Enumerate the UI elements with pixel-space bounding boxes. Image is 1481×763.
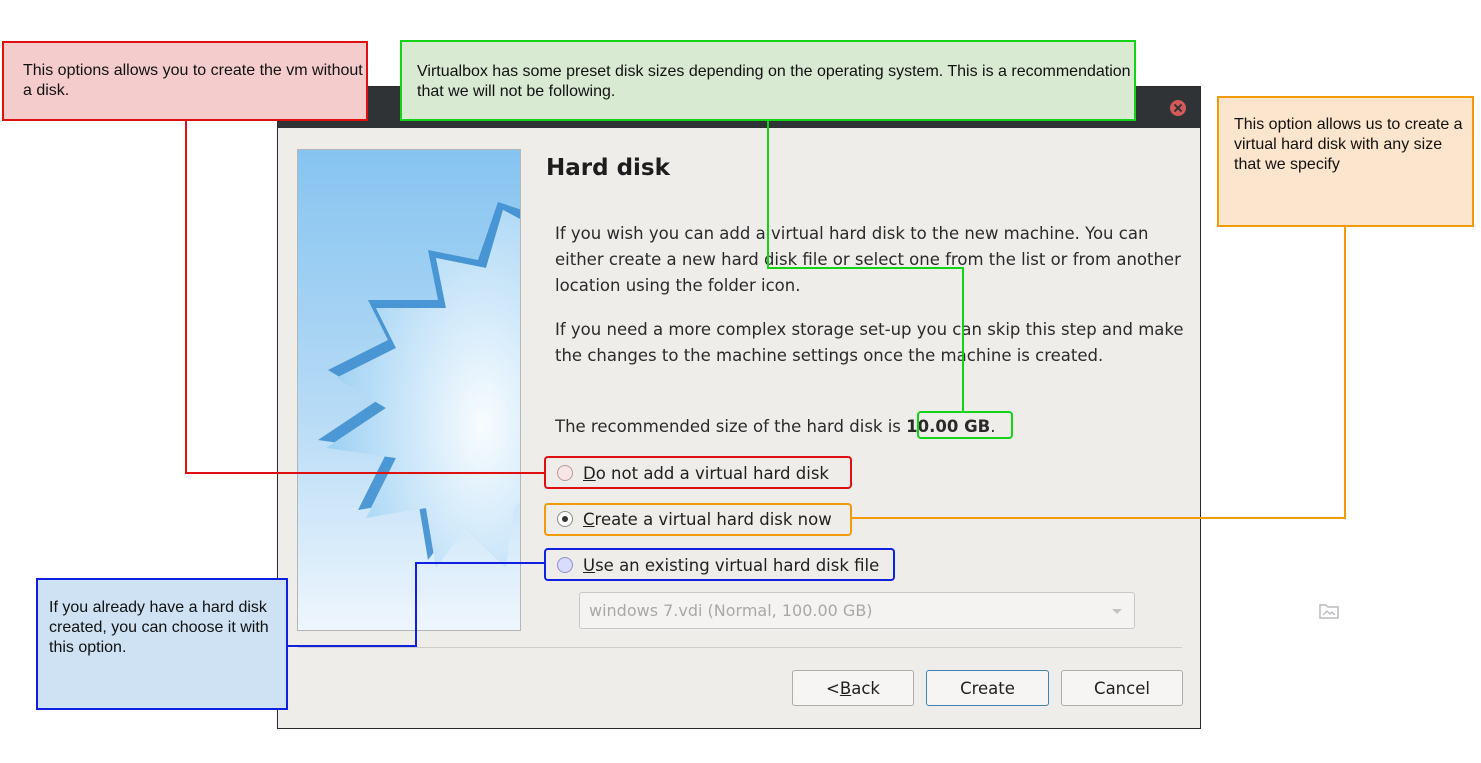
callout-existing-disk: If you already have a hard disk created,… [36, 578, 288, 710]
callout-create-disk: This option allows us to create a virtua… [1217, 96, 1474, 227]
highlight-existing-disk [544, 548, 895, 581]
callout-preset-size: Virtualbox has some preset disk sizes de… [400, 40, 1136, 121]
highlight-no-disk [544, 456, 852, 489]
highlight-create-disk [544, 503, 852, 536]
highlight-recommended-size [917, 411, 1013, 439]
callout-no-disk: This options allows you to create the vm… [2, 41, 368, 121]
